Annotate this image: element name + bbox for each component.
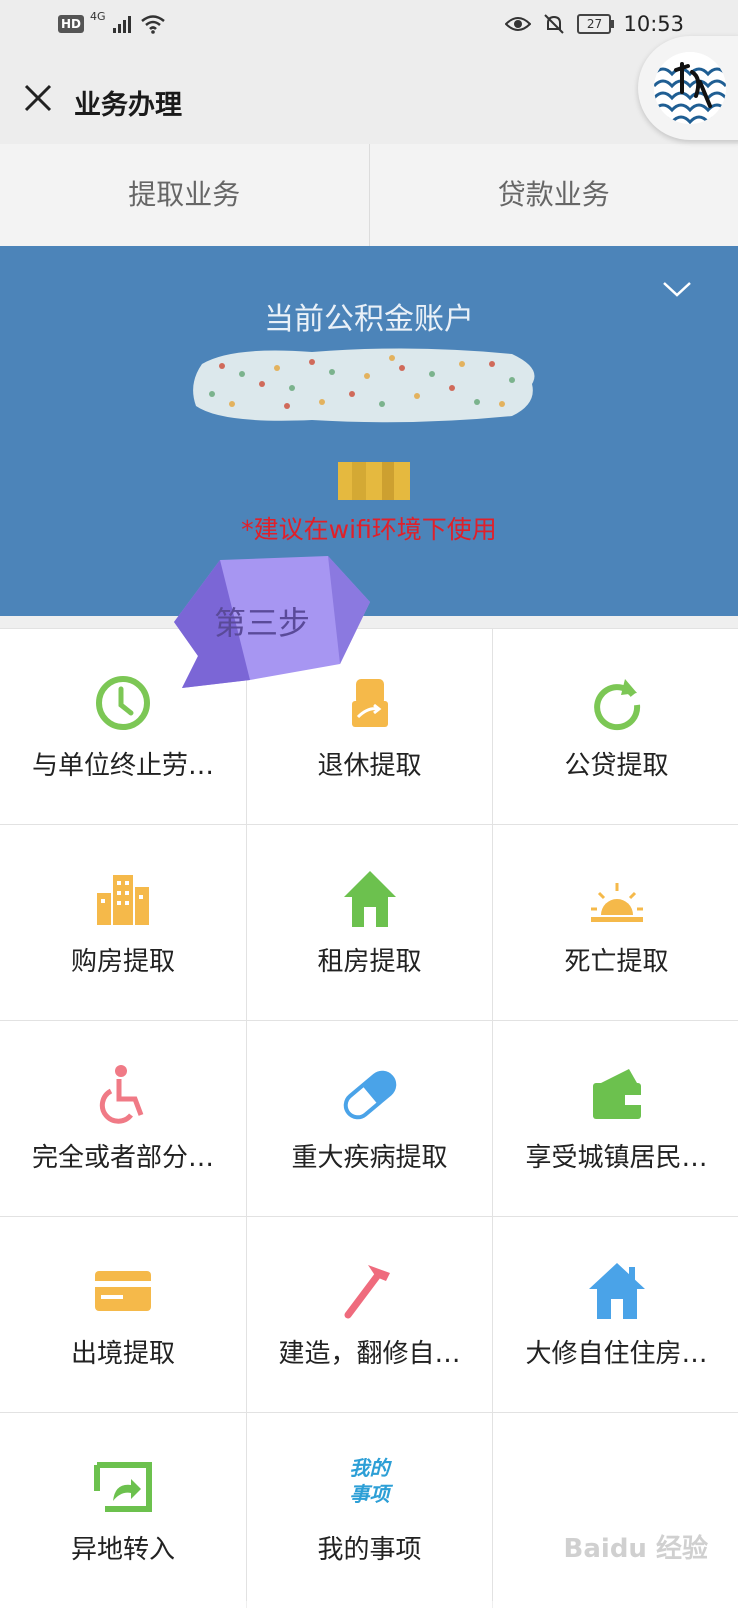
battery-indicator: 27 xyxy=(577,14,611,34)
my-items-icon: 我的 事项 xyxy=(338,1455,402,1519)
pill-icon xyxy=(338,1063,402,1127)
my-items-icon-text-1: 我的 xyxy=(338,1455,402,1481)
service-label: 完全或者部分… xyxy=(0,1137,246,1174)
service-item[interactable]: 完全或者部分… xyxy=(0,1021,246,1216)
service-label: 租房提取 xyxy=(247,941,492,978)
service-label: 我的事项 xyxy=(247,1529,492,1566)
service-label: 大修自住住房… xyxy=(493,1333,738,1370)
close-button[interactable] xyxy=(20,80,56,116)
status-right: 27 10:53 xyxy=(505,12,684,36)
house-icon xyxy=(338,867,402,931)
refresh-icon xyxy=(585,671,649,735)
service-item[interactable]: 出境提取 xyxy=(0,1217,246,1412)
service-item[interactable]: 公贷提取 xyxy=(493,629,738,824)
redacted-account-number xyxy=(192,344,542,514)
callout-text: 第三步 xyxy=(214,598,310,644)
service-item[interactable]: 购房提取 xyxy=(0,825,246,1020)
sunset-icon xyxy=(585,867,649,931)
wheelchair-icon xyxy=(91,1063,155,1127)
wifi-tip: *建议在wifi环境下使用 xyxy=(0,510,738,546)
service-label: 异地转入 xyxy=(0,1529,246,1566)
signal-icon xyxy=(112,14,134,34)
service-item[interactable]: 大修自住住房… xyxy=(493,1217,738,1412)
service-label: 购房提取 xyxy=(0,941,246,978)
mini-program-logo-button[interactable] xyxy=(638,36,738,140)
empty-cell xyxy=(493,1413,738,1608)
service-grid: 与单位终止劳… 退休提取 公贷提取 购房提取 xyxy=(0,628,738,1601)
eye-icon xyxy=(505,15,531,33)
tab-withdrawal[interactable]: 提取业务 xyxy=(0,144,369,246)
network-type: 4G xyxy=(90,10,106,23)
service-label: 公贷提取 xyxy=(493,745,738,782)
service-item[interactable]: 租房提取 xyxy=(247,825,492,1020)
service-item[interactable]: 我的 事项 我的事项 xyxy=(247,1413,492,1608)
watermark: Baidu 经验 xyxy=(564,1528,708,1565)
hammer-icon xyxy=(338,1259,402,1323)
card-icon xyxy=(91,1259,155,1323)
close-icon xyxy=(20,80,56,116)
service-item[interactable]: 异地转入 xyxy=(0,1413,246,1608)
service-label: 建造，翻修自… xyxy=(247,1333,492,1370)
shanghai-logo xyxy=(654,52,726,124)
mute-bell-icon xyxy=(543,13,565,35)
service-item[interactable]: 建造，翻修自… xyxy=(247,1217,492,1412)
service-label: 与单位终止劳… xyxy=(0,745,246,782)
service-item[interactable]: 享受城镇居民… xyxy=(493,1021,738,1216)
tab-bar: 提取业务 贷款业务 xyxy=(0,144,738,247)
wave-pattern-icon xyxy=(654,52,726,124)
account-label: 当前公积金账户 xyxy=(0,294,738,338)
home-icon xyxy=(585,1259,649,1323)
status-time: 10:53 xyxy=(623,12,684,36)
service-label: 重大疾病提取 xyxy=(247,1137,492,1174)
service-item[interactable]: 死亡提取 xyxy=(493,825,738,1020)
status-left: HD 4G xyxy=(58,14,166,34)
service-label: 死亡提取 xyxy=(493,941,738,978)
step-callout: 第三步 xyxy=(170,552,380,712)
wifi-icon xyxy=(140,14,166,34)
account-dropdown-button[interactable] xyxy=(662,280,692,302)
tab-loan[interactable]: 贷款业务 xyxy=(369,144,738,246)
title-bar: 业务办理 xyxy=(0,56,738,144)
service-item[interactable]: 重大疾病提取 xyxy=(247,1021,492,1216)
clock-icon xyxy=(91,671,155,735)
wallet-icon xyxy=(585,1063,649,1127)
transfer-icon xyxy=(91,1455,155,1519)
chevron-down-icon xyxy=(662,280,692,298)
buildings-icon xyxy=(91,867,155,931)
hd-badge: HD xyxy=(58,15,84,33)
service-label: 享受城镇居民… xyxy=(493,1137,738,1174)
service-label: 退休提取 xyxy=(247,745,492,782)
page-title: 业务办理 xyxy=(74,83,182,122)
my-items-icon-text-2: 事项 xyxy=(338,1481,402,1507)
service-label: 出境提取 xyxy=(0,1333,246,1370)
status-bar: HD 4G 27 10:53 xyxy=(0,0,738,56)
